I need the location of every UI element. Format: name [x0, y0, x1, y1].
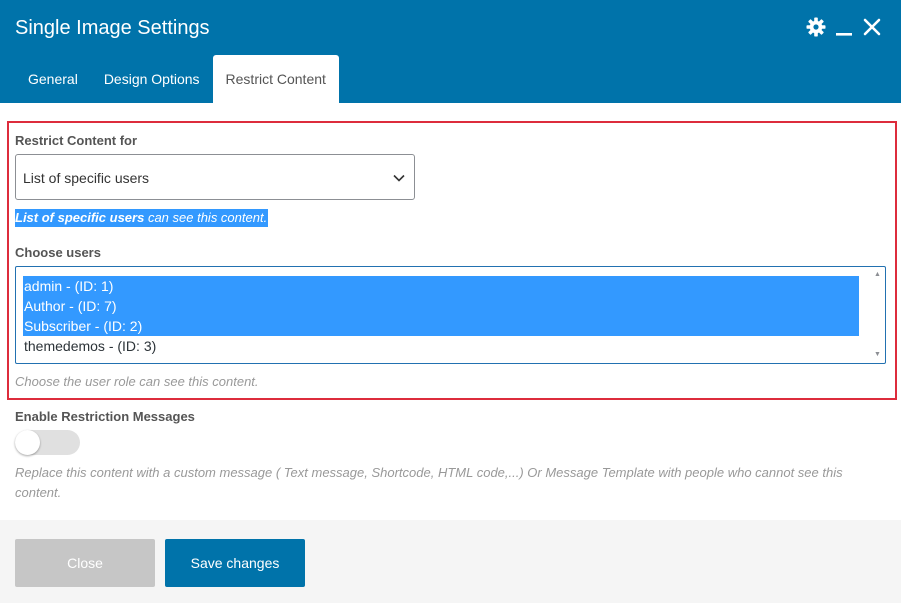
scroll-down-icon[interactable]: ▼	[873, 351, 882, 359]
restrict-note-text: can see this content.	[144, 210, 268, 225]
select-value: List of specific users	[23, 170, 150, 186]
dialog-footer: Close Save changes	[0, 520, 901, 603]
users-listbox[interactable]: admin - (ID: 1) Author - (ID: 7) Subscri…	[15, 266, 886, 364]
restrict-content-label: Restrict Content for	[15, 133, 138, 148]
tab-general[interactable]: General	[15, 55, 91, 103]
tab-restrict-content[interactable]: Restrict Content	[212, 55, 339, 103]
gear-icon[interactable]	[805, 16, 827, 38]
user-option[interactable]: Author - (ID: 7)	[23, 296, 859, 316]
user-option[interactable]: Subscriber - (ID: 2)	[23, 316, 859, 336]
toggle-knob	[15, 430, 40, 455]
restrict-note: List of specific users can see this cont…	[15, 209, 269, 227]
header-controls	[799, 16, 883, 38]
dialog-title: Single Image Settings	[15, 17, 210, 39]
users-help-text: Choose the user role can see this conten…	[15, 374, 259, 389]
messages-help-text: Replace this content with a custom messa…	[15, 465, 843, 500]
minimize-icon[interactable]	[833, 16, 855, 38]
user-option[interactable]: admin - (ID: 1)	[23, 276, 859, 296]
restrict-note-bold: List of specific users	[15, 210, 145, 225]
close-icon[interactable]	[861, 16, 883, 38]
restrict-content-select[interactable]: List of specific users	[15, 154, 415, 200]
restriction-messages-label: Enable Restriction Messages	[15, 409, 195, 424]
tab-design-options[interactable]: Design Options	[91, 55, 213, 103]
user-option[interactable]: themedemos - (ID: 3)	[23, 336, 859, 356]
chevron-down-icon	[392, 171, 406, 190]
tab-bar: General Design Options Restrict Content	[15, 55, 339, 103]
choose-users-label: Choose users	[15, 245, 101, 260]
close-button[interactable]: Close	[15, 539, 155, 587]
save-changes-button[interactable]: Save changes	[165, 539, 305, 587]
restriction-messages-toggle[interactable]	[15, 430, 80, 455]
scroll-up-icon[interactable]: ▲	[873, 271, 882, 279]
